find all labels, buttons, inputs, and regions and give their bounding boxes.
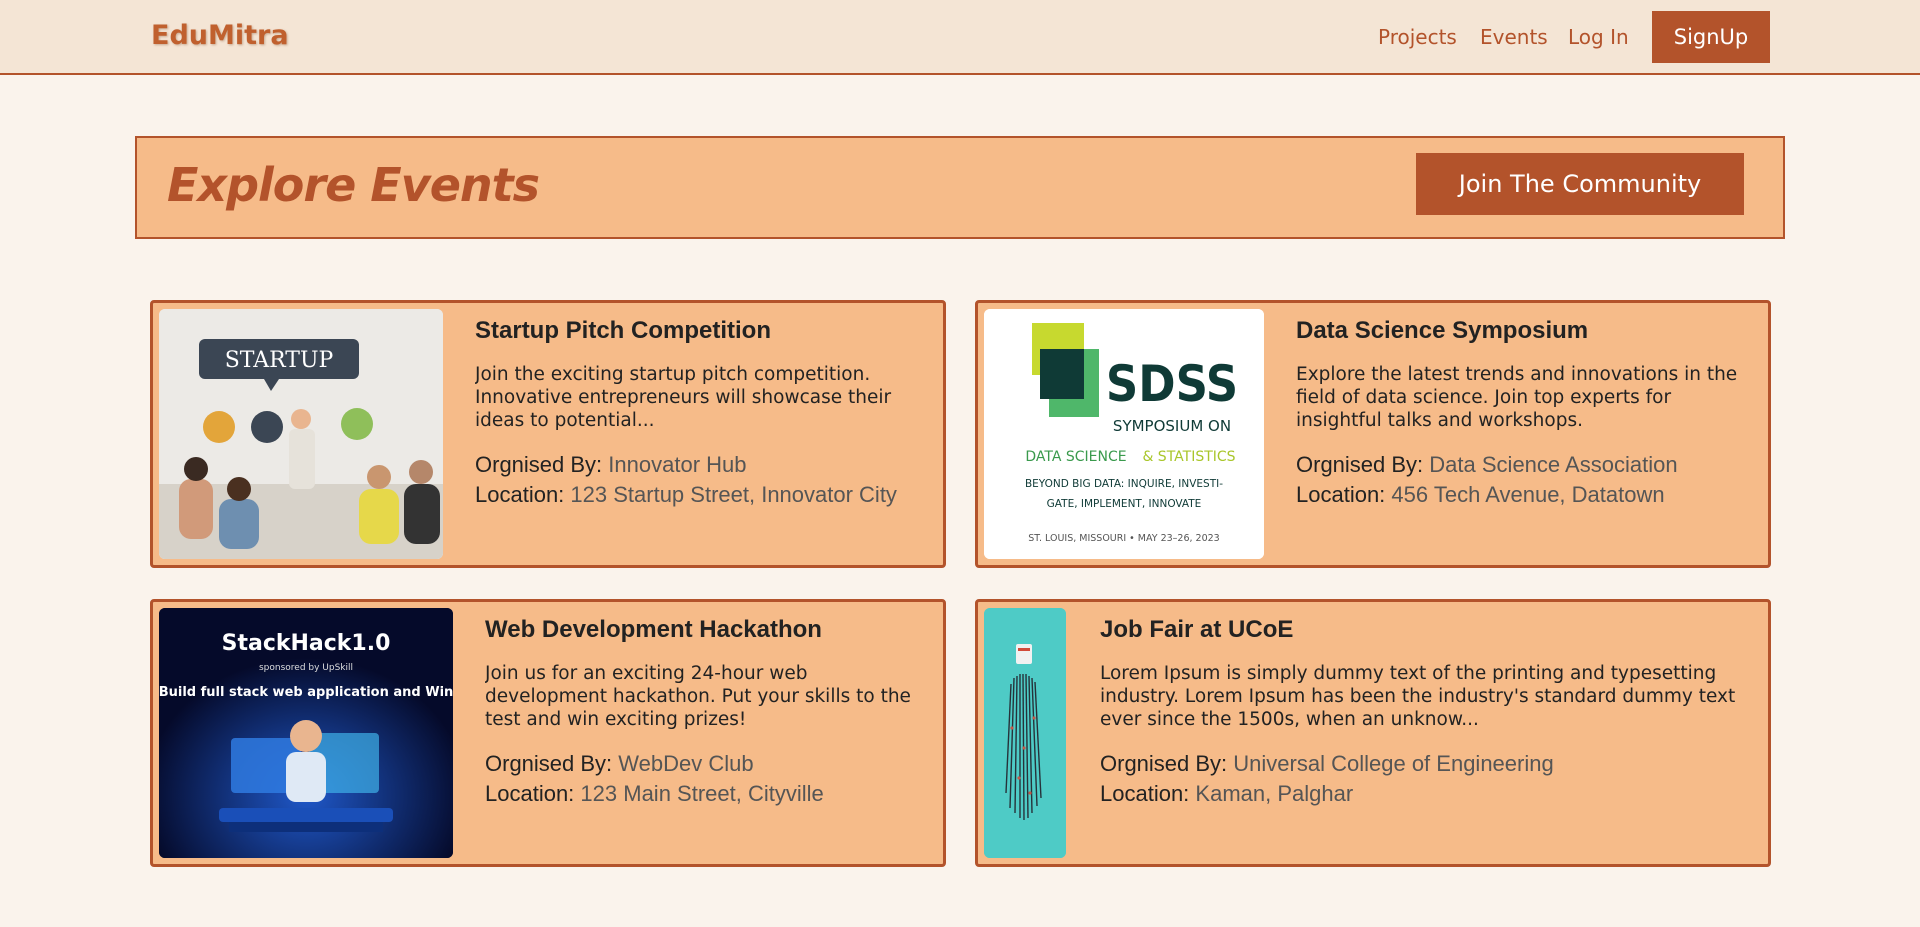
organised-by-label: Orgnised By: xyxy=(485,751,613,776)
event-location: Location: 456 Tech Avenue, Datatown xyxy=(1296,480,1748,510)
event-image-stackhack: StackHack1.0 sponsored by UpSkill Build … xyxy=(159,608,453,858)
location-value: Kaman, Palghar xyxy=(1195,781,1354,806)
nav-link-projects[interactable]: Projects xyxy=(1378,25,1457,49)
event-image-startup: STARTUP xyxy=(159,309,443,559)
event-card-data-science[interactable]: SDSS SYMPOSIUM ON DATA SCIENCE & STATIST… xyxy=(975,300,1771,568)
stackhack-tagline: Build full stack web application and Win xyxy=(159,685,453,700)
event-description: Join the exciting startup pitch competit… xyxy=(475,364,892,431)
location-value: 123 Startup Street, Innovator City xyxy=(570,482,897,507)
navbar: EduMitra Projects Events Log In SignUp xyxy=(0,0,1920,75)
join-community-button[interactable]: Join The Community xyxy=(1416,153,1744,215)
event-title[interactable]: Startup Pitch Competition xyxy=(475,317,923,345)
sdss-line2a: DATA SCIENCE xyxy=(1025,449,1126,465)
event-location: Location: 123 Main Street, Cityville xyxy=(485,779,923,809)
organised-by-label: Orgnised By: xyxy=(1100,751,1228,776)
page-title: Explore Events xyxy=(167,158,540,212)
event-card-body: Data Science Symposium Explore the lates… xyxy=(1296,317,1748,510)
sdss-line5: ST. LOUIS, MISSOURI • MAY 23–26, 2023 xyxy=(1028,533,1219,544)
event-location: Location: Kaman, Palghar xyxy=(1100,779,1748,809)
sdss-acronym: SDSS xyxy=(1106,355,1238,413)
event-card-body: Startup Pitch Competition Join the excit… xyxy=(475,317,923,510)
location-label: Location: xyxy=(475,482,565,507)
organiser-value: Universal College of Engineering xyxy=(1233,751,1554,776)
nav-link-events[interactable]: Events xyxy=(1480,25,1548,49)
explore-events-banner: Explore Events Join The Community xyxy=(135,136,1785,239)
event-image-job-fair xyxy=(984,608,1066,858)
event-card-body: Web Development Hackathon Join us for an… xyxy=(485,616,923,809)
location-label: Location: xyxy=(1100,781,1190,806)
event-location: Location: 123 Startup Street, Innovator … xyxy=(475,480,923,510)
event-description: Explore the latest trends and innovation… xyxy=(1296,364,1738,431)
organised-by-label: Orgnised By: xyxy=(475,452,603,477)
location-label: Location: xyxy=(1296,482,1386,507)
event-title[interactable]: Web Development Hackathon xyxy=(485,616,923,644)
event-title[interactable]: Job Fair at UCoE xyxy=(1100,616,1748,644)
nav-link-login[interactable]: Log In xyxy=(1568,25,1629,49)
location-label: Location: xyxy=(485,781,575,806)
stackhack-sponsor: sponsored by UpSkill xyxy=(259,663,353,673)
event-card-job-fair[interactable]: Job Fair at UCoE Lorem Ipsum is simply d… xyxy=(975,599,1771,867)
sdss-line3: BEYOND BIG DATA: INQUIRE, INVESTI- xyxy=(1025,478,1223,490)
signup-button[interactable]: SignUp xyxy=(1652,11,1770,63)
stackhack-name: StackHack1.0 xyxy=(222,631,391,656)
sdss-line1: SYMPOSIUM ON xyxy=(1113,417,1231,435)
event-card-startup-pitch[interactable]: STARTUP Startup Pitch Competition Join t… xyxy=(150,300,946,568)
organiser-value: WebDev Club xyxy=(618,751,754,776)
brand-logo[interactable]: EduMitra xyxy=(151,20,289,51)
location-value: 123 Main Street, Cityville xyxy=(580,781,824,806)
event-organiser: Orgnised By: Innovator Hub xyxy=(475,450,923,480)
event-organiser: Orgnised By: Universal College of Engine… xyxy=(1100,749,1748,779)
event-description: Lorem Ipsum is simply dummy text of the … xyxy=(1100,663,1736,730)
event-organiser: Orgnised By: Data Science Association xyxy=(1296,450,1748,480)
organised-by-label: Orgnised By: xyxy=(1296,452,1424,477)
location-value: 456 Tech Avenue, Datatown xyxy=(1391,482,1665,507)
event-card-body: Job Fair at UCoE Lorem Ipsum is simply d… xyxy=(1100,616,1748,809)
sdss-line4: GATE, IMPLEMENT, INNOVATE xyxy=(1047,498,1202,510)
event-description: Join us for an exciting 24-hour web deve… xyxy=(485,663,911,730)
event-organiser: Orgnised By: WebDev Club xyxy=(485,749,923,779)
sdss-line2b: & STATISTICS xyxy=(1142,449,1235,465)
organiser-value: Data Science Association xyxy=(1429,452,1678,477)
organiser-value: Innovator Hub xyxy=(608,452,747,477)
event-card-hackathon[interactable]: StackHack1.0 sponsored by UpSkill Build … xyxy=(150,599,946,867)
startup-image-text: STARTUP xyxy=(225,348,334,373)
event-title[interactable]: Data Science Symposium xyxy=(1296,317,1748,345)
event-image-sdss: SDSS SYMPOSIUM ON DATA SCIENCE & STATIST… xyxy=(984,309,1264,559)
